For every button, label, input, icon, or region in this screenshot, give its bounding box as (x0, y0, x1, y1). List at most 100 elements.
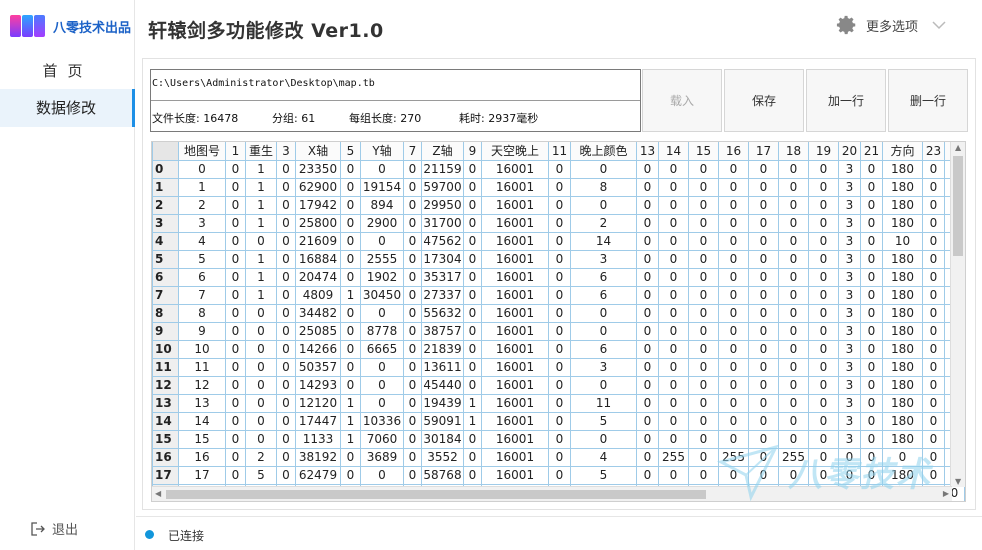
table-cell[interactable]: 0 (748, 177, 779, 197)
table-cell[interactable]: 17304 (421, 249, 464, 269)
table-cell[interactable]: 0 (718, 465, 749, 485)
table-cell[interactable]: 30184 (421, 429, 464, 449)
table-cell[interactable]: 0 (548, 411, 571, 431)
table-cell[interactable]: 0 (860, 303, 883, 323)
table-cell[interactable]: 5 (570, 465, 637, 485)
scroll-left-icon[interactable]: ◀ (155, 489, 161, 498)
table-cell[interactable]: 3 (570, 249, 637, 269)
column-header[interactable]: 19 (808, 142, 839, 161)
table-cell[interactable]: 3 (838, 231, 861, 251)
table-cell[interactable]: 0 (860, 267, 883, 287)
table-cell[interactable]: 14266 (295, 339, 341, 359)
table-cell[interactable]: 0 (778, 465, 809, 485)
table-cell[interactable]: 0 (403, 321, 422, 341)
table-cell[interactable]: 3 (838, 393, 861, 413)
column-header[interactable]: 13 (636, 142, 659, 161)
table-cell[interactable]: 0 (860, 339, 883, 359)
table-cell[interactable]: 0 (340, 339, 361, 359)
table-cell[interactable]: 0 (808, 159, 839, 179)
table-cell[interactable]: 180 (882, 285, 923, 305)
table-cell[interactable]: 0 (225, 465, 246, 485)
table-cell[interactable]: 0 (548, 339, 571, 359)
table-cell[interactable]: 0 (718, 177, 749, 197)
table-cell[interactable]: 0 (360, 231, 404, 251)
table-cell[interactable]: 0 (225, 213, 246, 233)
table-cell[interactable]: 0 (860, 249, 883, 269)
table-cell[interactable]: 180 (882, 267, 923, 287)
table-cell[interactable]: 0 (718, 321, 749, 341)
table-cell[interactable]: 180 (882, 195, 923, 215)
table-cell[interactable]: 0 (778, 285, 809, 305)
table-cell[interactable]: 0 (403, 339, 422, 359)
table-cell[interactable]: 0 (808, 249, 839, 269)
table-cell[interactable]: 0 (403, 195, 422, 215)
table-cell[interactable]: 180 (882, 339, 923, 359)
table-cell[interactable]: 0 (808, 195, 839, 215)
table-cell[interactable]: 0 (463, 249, 482, 269)
table-cell[interactable]: 1 (463, 411, 482, 431)
table-cell[interactable]: 21609 (295, 231, 341, 251)
table-cell[interactable]: 0 (548, 447, 571, 467)
table-cell[interactable]: 0 (225, 249, 246, 269)
table-cell[interactable]: 16 (178, 447, 226, 467)
table-cell[interactable]: 0 (636, 429, 659, 449)
logout-button[interactable]: 退出 (30, 519, 78, 538)
table-cell[interactable]: 0 (808, 411, 839, 431)
table-cell[interactable]: 14 (570, 231, 637, 251)
table-cell[interactable]: 0 (276, 213, 296, 233)
table-cell[interactable]: 0 (340, 195, 361, 215)
table-cell[interactable]: 0 (778, 303, 809, 323)
table-cell[interactable]: 9 (178, 321, 226, 341)
table-cell[interactable]: 0 (403, 177, 422, 197)
table-cell[interactable]: 0 (403, 303, 422, 323)
table-cell[interactable]: 3552 (421, 447, 464, 467)
table-cell[interactable]: 0 (276, 429, 296, 449)
table-cell[interactable]: 0 (748, 339, 779, 359)
table-cell[interactable]: 0 (748, 285, 779, 305)
table-cell[interactable]: 0 (658, 321, 689, 341)
table-cell[interactable]: 0 (276, 303, 296, 323)
table-cell[interactable]: 0 (778, 249, 809, 269)
table-cell[interactable]: 180 (882, 303, 923, 323)
table-cell[interactable]: 15 (178, 429, 226, 449)
table-cell[interactable]: 0 (225, 159, 246, 179)
table-cell[interactable]: 0 (245, 375, 277, 395)
table-cell[interactable]: 0 (463, 357, 482, 377)
table-cell[interactable]: 1 (245, 195, 277, 215)
table-cell[interactable]: 180 (882, 357, 923, 377)
add-row-button[interactable]: 加一行 (806, 69, 886, 132)
table-cell[interactable]: 8 (178, 303, 226, 323)
table-cell[interactable]: 1 (245, 177, 277, 197)
table-cell[interactable]: 12 (178, 375, 226, 395)
table-cell[interactable]: 0 (548, 213, 571, 233)
table-cell[interactable]: 0 (688, 177, 719, 197)
table-cell[interactable]: 0 (778, 411, 809, 431)
table-cell[interactable]: 0 (688, 267, 719, 287)
table-cell[interactable]: 0 (658, 357, 689, 377)
table-cell[interactable]: 0 (340, 465, 361, 485)
table-cell[interactable]: 0 (718, 267, 749, 287)
table-cell[interactable]: 0 (463, 303, 482, 323)
row-header[interactable]: 6 (152, 267, 179, 287)
table-cell[interactable]: 0 (276, 321, 296, 341)
table-cell[interactable]: 0 (463, 195, 482, 215)
table-cell[interactable]: 16001 (481, 357, 549, 377)
table-cell[interactable]: 0 (778, 267, 809, 287)
table-cell[interactable]: 3 (838, 177, 861, 197)
table-cell[interactable]: 180 (882, 465, 923, 485)
column-header[interactable]: 5 (340, 142, 361, 161)
table-cell[interactable]: 0 (748, 465, 779, 485)
table-cell[interactable]: 0 (245, 339, 277, 359)
table-cell[interactable]: 0 (225, 177, 246, 197)
table-cell[interactable]: 1 (245, 249, 277, 269)
table-cell[interactable]: 0 (245, 411, 277, 431)
table-cell[interactable]: 0 (360, 393, 404, 413)
table-cell[interactable]: 0 (922, 357, 945, 377)
table-cell[interactable]: 0 (748, 447, 779, 467)
table-cell[interactable]: 180 (882, 249, 923, 269)
table-cell[interactable]: 0 (922, 177, 945, 197)
table-cell[interactable]: 255 (658, 447, 689, 467)
table-cell[interactable]: 2 (178, 195, 226, 215)
table-cell[interactable]: 0 (548, 429, 571, 449)
table-cell[interactable]: 0 (636, 267, 659, 287)
